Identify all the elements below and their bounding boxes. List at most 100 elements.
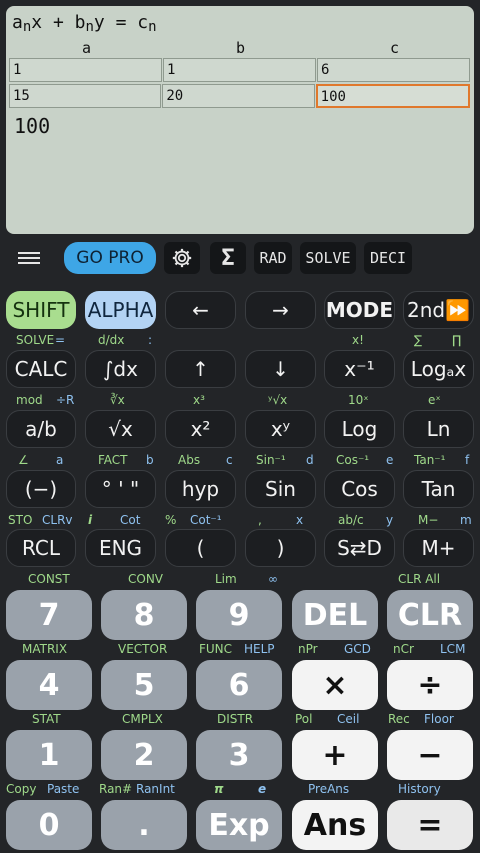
memory-plus-button[interactable]: M+ [403, 529, 474, 567]
label-infinity: ∞ [268, 572, 278, 586]
label-equals: = [55, 333, 66, 347]
minus-button[interactable]: − [387, 730, 473, 780]
label-vector: VECTOR [118, 642, 168, 656]
label-func: FUNC [199, 642, 233, 656]
cell-a1[interactable]: 1 [9, 58, 162, 82]
fraction-button[interactable]: a/b [6, 410, 76, 448]
digit-9-button[interactable]: 9 [196, 590, 282, 640]
sd-toggle-button[interactable]: S⇄D [324, 529, 395, 567]
multiply-button[interactable]: × [292, 660, 378, 710]
label-comma: , [258, 513, 262, 527]
label-abs: Abs [178, 453, 201, 467]
shift-button[interactable]: SHIFT [6, 291, 76, 329]
label-ddx: d/dx [98, 333, 125, 347]
log-button[interactable]: Log [324, 410, 395, 448]
column-header-b: b [236, 39, 246, 57]
digit-5-button[interactable]: 5 [101, 660, 187, 710]
cell-b2[interactable]: 20 [162, 84, 315, 108]
hyp-button[interactable]: hyp [165, 470, 236, 508]
cell-c1[interactable]: 6 [317, 58, 470, 82]
solve-button[interactable]: SOLVE [300, 242, 356, 274]
alpha-button[interactable]: ALPHA [85, 291, 156, 329]
equals-button[interactable]: = [387, 800, 473, 850]
eng-button[interactable]: ENG [85, 529, 156, 567]
sigma-button[interactable]: Σ [210, 242, 246, 274]
label-y: y [386, 513, 394, 527]
tan-button[interactable]: Tan [403, 470, 474, 508]
label-clr-all: CLR All [398, 572, 441, 586]
label-sum: ∑ [414, 333, 423, 347]
label-10x: 10ˣ [348, 393, 369, 407]
digit-2-button[interactable]: 2 [101, 730, 187, 780]
label-atan: Tan⁻¹ [414, 453, 446, 467]
calc-button[interactable]: CALC [6, 350, 76, 388]
decimal-button[interactable]: . [101, 800, 187, 850]
left-paren-button[interactable]: ( [165, 529, 236, 567]
ln-button[interactable]: Ln [403, 410, 474, 448]
label-d: d [306, 453, 314, 467]
clear-button[interactable]: CLR [387, 590, 473, 640]
label-mminus: M− [418, 513, 439, 527]
mode-button[interactable]: MODE [324, 291, 395, 329]
square-button[interactable]: x² [165, 410, 236, 448]
label-cmplx: CMPLX [122, 712, 163, 726]
integral-button[interactable]: ∫dx [85, 350, 156, 388]
settings-icon[interactable] [164, 242, 200, 274]
label-ceil: Ceil [337, 712, 360, 726]
up-arrow-button[interactable]: ↑ [165, 350, 236, 388]
divide-button[interactable]: ÷ [387, 660, 473, 710]
delete-button[interactable]: DEL [292, 590, 378, 640]
label-cot: Cot [120, 513, 141, 527]
plus-button[interactable]: + [292, 730, 378, 780]
digit-1-button[interactable]: 1 [6, 730, 92, 780]
down-arrow-button[interactable]: ↓ [245, 350, 316, 388]
label-b: b [146, 453, 154, 467]
label-floor: Floor [424, 712, 454, 726]
digit-7-button[interactable]: 7 [6, 590, 92, 640]
label-ran: Ran# [99, 782, 133, 796]
digit-8-button[interactable]: 8 [101, 590, 187, 640]
power-button[interactable]: xʸ [245, 410, 316, 448]
cos-button[interactable]: Cos [324, 470, 395, 508]
digit-3-button[interactable]: 3 [196, 730, 282, 780]
label-acot: Cot⁻¹ [190, 513, 222, 527]
label-lim: Lim [215, 572, 237, 586]
digit-4-button[interactable]: 4 [6, 660, 92, 710]
degree-button[interactable]: ° ' " [85, 470, 156, 508]
digit-6-button[interactable]: 6 [196, 660, 282, 710]
cell-c2-selected[interactable]: 100 [315, 84, 470, 108]
digit-0-button[interactable]: 0 [6, 800, 92, 850]
label-preans: PreAns [308, 782, 350, 796]
toolbar: GO PRO Σ RAD SOLVE DECI [0, 240, 480, 276]
ans-button[interactable]: Ans [292, 800, 378, 850]
second-function-button[interactable]: 2nd⏩ [403, 291, 474, 329]
label-percent: % [165, 513, 177, 527]
menu-icon[interactable] [12, 242, 46, 274]
cell-a2[interactable]: 15 [9, 84, 162, 108]
label-ncr: nCr [393, 642, 414, 656]
column-header-c: c [390, 39, 400, 57]
label-ranint: RanInt [136, 782, 175, 796]
log-base-button[interactable]: Logₐx [403, 350, 474, 388]
rcl-button[interactable]: RCL [6, 529, 76, 567]
sqrt-button[interactable]: √x [85, 410, 156, 448]
label-history: History [398, 782, 441, 796]
sin-button[interactable]: Sin [245, 470, 316, 508]
label-help: HELP [244, 642, 275, 656]
negative-button[interactable]: (−) [6, 470, 76, 508]
right-paren-button[interactable]: ) [245, 529, 316, 567]
deci-button[interactable]: DECI [364, 242, 412, 274]
right-arrow-button[interactable]: → [245, 291, 316, 329]
cell-b1[interactable]: 1 [163, 58, 316, 82]
go-pro-button[interactable]: GO PRO [64, 242, 156, 274]
label-distr: DISTR [217, 712, 254, 726]
left-arrow-button[interactable]: ← [165, 291, 236, 329]
rad-button[interactable]: RAD [254, 242, 292, 274]
coefficient-table: 1 1 6 15 20 100 [9, 58, 471, 110]
label-npr: nPr [298, 642, 318, 656]
label-m: m [460, 513, 472, 527]
exp-button[interactable]: Exp [196, 800, 282, 850]
reciprocal-button[interactable]: x⁻¹ [324, 350, 395, 388]
label-gcd: GCD [344, 642, 371, 656]
label-lcm: LCM [440, 642, 466, 656]
